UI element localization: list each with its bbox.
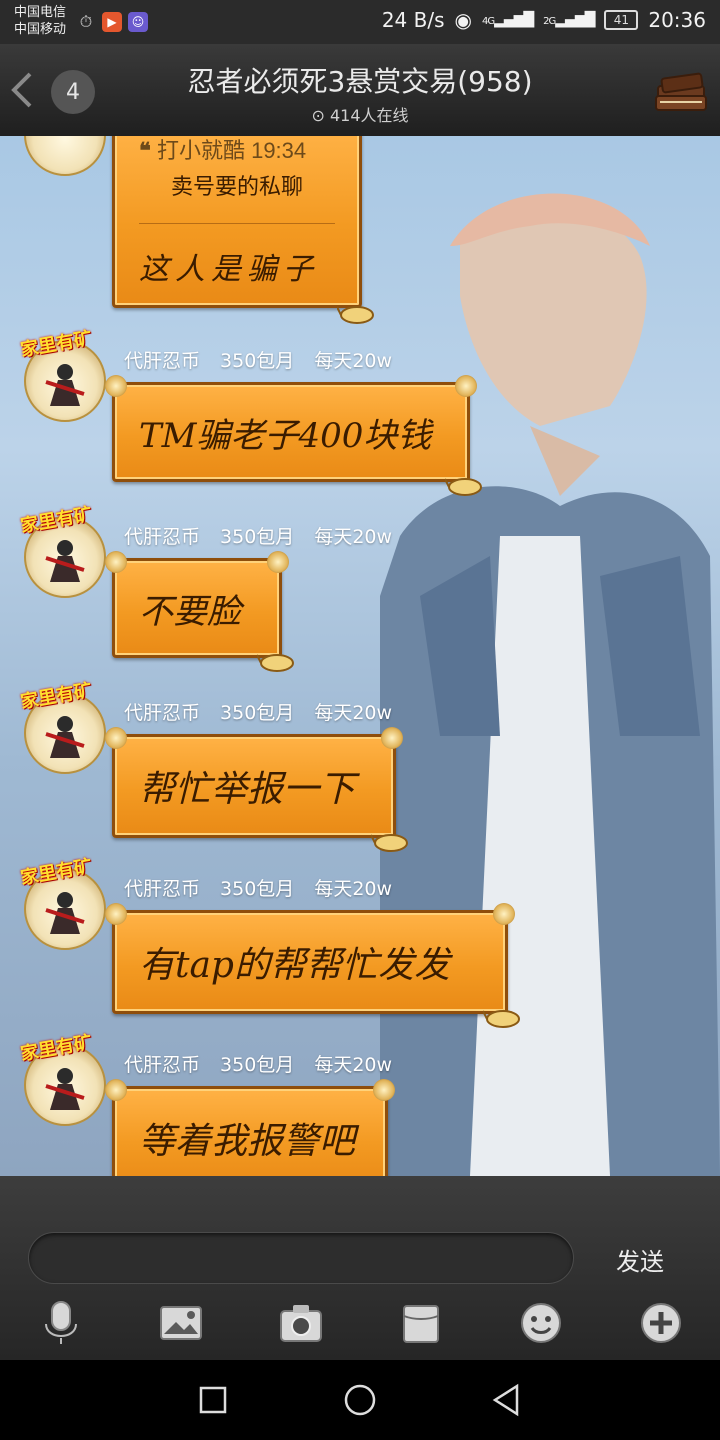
- status-right: 24 B/s ◉ 4G▂▄▆█ 2G▂▄▆█ 41 20:36: [382, 8, 706, 32]
- message-bubble[interactable]: TM骗老子400块钱: [105, 375, 482, 496]
- system-nav-bar: [0, 1360, 720, 1440]
- carrier-2: 中国移动: [14, 22, 67, 37]
- emoji-icon[interactable]: [518, 1300, 564, 1346]
- corner-ornament: [105, 375, 127, 397]
- quote-divider: [139, 223, 335, 224]
- avatar[interactable]: 家里有矿: [19, 856, 106, 950]
- sender-name: 代肝忍币 350包月 每天20w: [124, 350, 393, 372]
- net-2g-label: 2G: [543, 16, 556, 27]
- camera-icon[interactable]: [278, 1300, 324, 1346]
- timer-icon: ⏱: [79, 12, 93, 31]
- battery-level: 41: [613, 13, 629, 27]
- sender-name: 代肝忍币 350包月 每天20w: [124, 702, 393, 724]
- lamp-ornament-icon: [483, 1010, 520, 1028]
- group-title: 忍者必须死3悬赏交易(958): [187, 65, 533, 98]
- online-count: ⊙ 414人在线: [110, 102, 610, 126]
- lamp-ornament-icon: [445, 478, 482, 496]
- battery-icon: 41: [604, 10, 639, 30]
- chat-header: 4 忍者必须死3悬赏交易(958) ⊙ 414人在线: [0, 44, 720, 138]
- corner-ornament: [373, 1079, 395, 1101]
- online-count-text: 414人在线: [329, 106, 409, 125]
- avatar-badge: 家里有矿: [18, 327, 94, 362]
- back-nav-icon[interactable]: [487, 1380, 527, 1420]
- message-bubble[interactable]: 等着我报警吧: [105, 1079, 395, 1176]
- carrier-1: 中国电信: [14, 5, 67, 20]
- back-button[interactable]: [8, 70, 40, 110]
- ninja-figure-icon: [45, 716, 85, 758]
- sender-name: 代肝忍币 350包月 每天20w: [124, 1054, 393, 1076]
- signal-4g-icon: 4G▂▄▆█: [481, 12, 534, 28]
- message-text: TM骗老子400块钱: [139, 415, 432, 456]
- sender-name: 代肝忍币 350包月 每天20w: [124, 878, 393, 900]
- corner-ornament: [493, 903, 515, 925]
- quote-header: ❝ 打小就酷 19:34: [139, 136, 335, 165]
- avatar[interactable]: [24, 136, 106, 176]
- quoted-text: 卖号要的私聊: [170, 174, 303, 199]
- corner-ornament: [105, 727, 127, 749]
- notification-icons: ⏱ ▶ ☺: [76, 12, 148, 32]
- avatar[interactable]: 家里有矿: [19, 680, 106, 774]
- video-app-icon: ▶: [102, 12, 122, 32]
- carrier-info: 中国电信 中国移动: [14, 4, 66, 38]
- avatar[interactable]: 家里有矿: [19, 1032, 106, 1126]
- unread-count-badge[interactable]: 4: [51, 70, 95, 114]
- message-input[interactable]: [28, 1232, 574, 1284]
- input-area: 发送: [0, 1176, 720, 1360]
- message-bubble[interactable]: 有tap的帮帮忙发发: [105, 903, 520, 1028]
- send-button[interactable]: 发送: [600, 1234, 680, 1284]
- signal-2g-icon: 2G▂▄▆█: [543, 12, 595, 28]
- corner-ornament: [105, 551, 127, 573]
- network-speed: 24 B/s: [381, 8, 445, 32]
- corner-ornament: [455, 375, 477, 397]
- message-text: 不要脸: [139, 591, 241, 632]
- avatar[interactable]: 家里有矿: [19, 504, 106, 598]
- message-bubble-quote[interactable]: ❝ 打小就酷 19:34 卖号要的私聊 这人是骗子: [112, 136, 374, 324]
- file-icon[interactable]: [398, 1300, 444, 1346]
- corner-ornament: [105, 903, 127, 925]
- ninja-figure-icon: [45, 892, 85, 934]
- status-bar: 中国电信 中国移动 ⏱ ▶ ☺ 24 B/s ◉ 4G▂▄▆█ 2G▂▄▆█ 4…: [0, 0, 720, 44]
- chat-background-image: [380, 193, 720, 1176]
- lamp-ornament-icon: [371, 834, 408, 852]
- avatar-badge: 家里有矿: [18, 679, 94, 714]
- home-icon[interactable]: [340, 1380, 380, 1420]
- chat-area[interactable]: ❝ 打小就酷 19:34 卖号要的私聊 这人是骗子 家里有矿 代肝忍币 350包…: [0, 136, 720, 1176]
- clock: 20:36: [648, 8, 706, 32]
- group-menu-book-icon[interactable]: [652, 66, 710, 116]
- chevron-left-icon: [11, 72, 32, 108]
- avatar[interactable]: 家里有矿: [19, 328, 106, 422]
- plus-icon[interactable]: [638, 1300, 684, 1346]
- check-circle-icon: ⊙: [311, 106, 325, 125]
- message-text: 帮忙举报一下: [139, 769, 356, 810]
- recent-apps-icon[interactable]: [193, 1380, 233, 1420]
- quote-mark-icon: ❝: [139, 138, 151, 163]
- message-text: 有tap的帮帮忙发发: [139, 945, 450, 986]
- avatar-badge: 家里有矿: [18, 855, 94, 890]
- message-text: 等着我报警吧: [139, 1121, 356, 1162]
- input-toolbar: [0, 1294, 720, 1354]
- image-icon[interactable]: [158, 1300, 204, 1346]
- corner-ornament: [267, 551, 289, 573]
- sender-name: 代肝忍币 350包月 每天20w: [124, 526, 393, 548]
- quote-author-time: 打小就酷 19:34: [156, 138, 307, 163]
- reply-text: 这人是骗子: [139, 252, 319, 287]
- ninja-figure-icon: [45, 1068, 85, 1110]
- corner-ornament: [381, 727, 403, 749]
- message-bubble[interactable]: 帮忙举报一下: [105, 727, 408, 852]
- game-app-icon: ☺: [128, 12, 148, 32]
- lamp-ornament-icon: [337, 306, 374, 324]
- ninja-figure-icon: [45, 540, 85, 582]
- ninja-figure-icon: [45, 364, 85, 406]
- message-bubble[interactable]: 不要脸: [105, 551, 294, 672]
- corner-ornament: [105, 1079, 127, 1101]
- net-4g-label: 4G: [481, 16, 495, 27]
- avatar-badge: 家里有矿: [18, 1031, 94, 1066]
- eye-icon: ◉: [454, 8, 472, 32]
- lamp-ornament-icon: [257, 654, 294, 672]
- microphone-icon[interactable]: [38, 1300, 84, 1346]
- avatar-badge: 家里有矿: [18, 503, 94, 538]
